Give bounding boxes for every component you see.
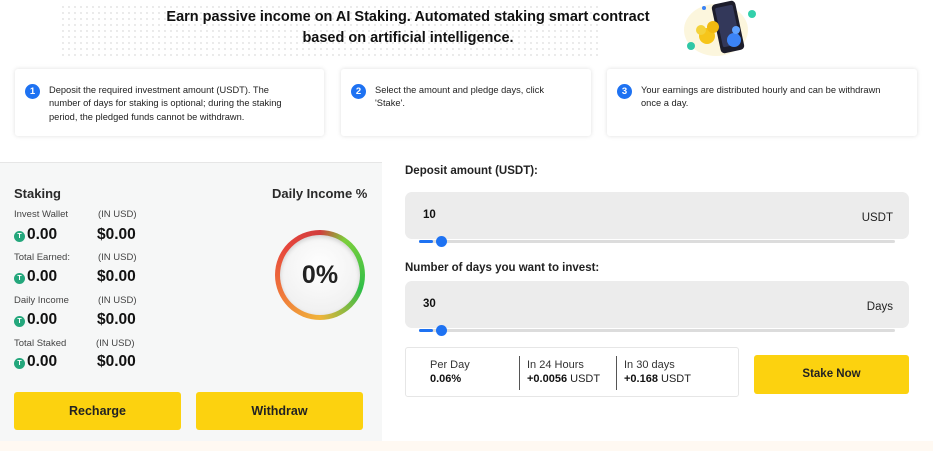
- total-staked-label: Total Staked: [14, 338, 67, 349]
- deposit-slider-fill: [419, 240, 433, 243]
- h24-value-unit: USDT: [570, 373, 601, 385]
- daily-income-unit: (IN USD): [98, 295, 137, 306]
- total-earned-amount-value: 0.00: [27, 268, 58, 285]
- per-day-value: 0.06%: [430, 372, 470, 386]
- daily-income-percent: 0%: [280, 235, 360, 315]
- step-3-line-1: Your earnings are distributed hourly and…: [641, 85, 881, 95]
- d30-label: In 30 days: [624, 359, 675, 371]
- daily-income-usd: $0.00: [97, 311, 136, 328]
- step-number-2: 2: [351, 84, 366, 99]
- step-text-3: Your earnings are distributed hourly and…: [641, 84, 880, 111]
- step-2-line-2: 'Stake'.: [375, 98, 405, 109]
- earnings-summary: Per Day 0.06% In 24 Hours +0.0056 USDT I…: [405, 347, 739, 397]
- step-1-line-3: period, the pledged funds cannot be with…: [49, 111, 245, 122]
- summary-divider: [616, 356, 617, 390]
- daily-income-label: Daily Income: [14, 295, 69, 306]
- step-1-line-2: number of days for staking is optional; …: [49, 98, 282, 109]
- summary-divider: [519, 356, 520, 390]
- deposit-amount-label: Deposit amount (USDT):: [405, 165, 538, 177]
- bottom-strip: [0, 441, 933, 451]
- days-value[interactable]: 30: [423, 298, 436, 310]
- daily-income-title: Daily Income %: [272, 186, 368, 201]
- step-1-line-1: Deposit the required investment amount (…: [49, 85, 269, 95]
- recharge-button[interactable]: Recharge: [14, 392, 181, 430]
- total-earned-usd: $0.00: [97, 268, 136, 285]
- invest-wallet-unit: (IN USD): [98, 209, 137, 220]
- stake-now-button[interactable]: Stake Now: [754, 355, 909, 394]
- step-text-1: Deposit the required investment amount (…: [49, 84, 282, 124]
- per-day-column: Per Day 0.06%: [430, 358, 470, 386]
- invest-wallet-amount: T 0.00: [14, 226, 57, 244]
- daily-income-gauge: 0%: [275, 230, 365, 320]
- step-card-1: 1 Deposit the required investment amount…: [15, 69, 324, 136]
- usdt-token-icon: T: [14, 231, 25, 242]
- step-number-1: 1: [25, 84, 40, 99]
- deposit-slider-handle[interactable]: [436, 236, 447, 247]
- d30-value-number: +0.168: [624, 373, 658, 385]
- invest-wallet-usd: $0.00: [97, 226, 136, 243]
- deposit-amount-value[interactable]: 10: [423, 209, 436, 221]
- daily-income-amount-value: 0.00: [27, 311, 58, 328]
- d30-column: In 30 days +0.168 USDT: [624, 358, 691, 386]
- staking-title: Staking: [14, 186, 61, 201]
- hero-banner: Earn passive income on AI Staking. Autom…: [0, 0, 933, 62]
- usdt-token-icon: T: [14, 358, 25, 369]
- per-day-label: Per Day: [430, 359, 470, 371]
- total-staked-usd: $0.00: [97, 353, 136, 370]
- usdt-token-icon: T: [14, 273, 25, 284]
- d30-value-unit: USDT: [661, 373, 691, 385]
- days-label: Number of days you want to invest:: [405, 262, 600, 274]
- days-unit: Days: [866, 301, 893, 313]
- h24-value-number: +0.0056: [527, 373, 568, 385]
- invest-wallet-label: Invest Wallet: [14, 209, 69, 220]
- total-earned-unit: (IN USD): [98, 252, 137, 263]
- phone-coins-illustration: [684, 0, 756, 56]
- step-card-3: 3 Your earnings are distributed hourly a…: [607, 69, 917, 136]
- h24-value: +0.0056 USDT: [527, 372, 600, 386]
- d30-value: +0.168 USDT: [624, 372, 691, 386]
- total-staked-amount-value: 0.00: [27, 353, 58, 370]
- days-slider-handle[interactable]: [436, 325, 447, 336]
- step-2-line-1: Select the amount and pledge days, click: [375, 85, 544, 95]
- total-earned-amount: T 0.00: [14, 268, 57, 286]
- h24-column: In 24 Hours +0.0056 USDT: [527, 358, 600, 386]
- total-staked-unit: (IN USD): [96, 338, 135, 349]
- deposit-amount-unit: USDT: [861, 212, 893, 224]
- total-earned-label: Total Earned:: [14, 252, 70, 263]
- days-field[interactable]: 30 Days: [405, 281, 909, 328]
- per-day-value-text: 0.06%: [430, 373, 462, 385]
- daily-income-amount: T 0.00: [14, 311, 57, 329]
- deposit-slider[interactable]: [419, 236, 895, 247]
- days-slider[interactable]: [419, 325, 895, 336]
- step-number-3: 3: [617, 84, 632, 99]
- step-3-line-2: once a day.: [641, 98, 689, 109]
- days-slider-fill: [419, 329, 433, 332]
- usdt-token-icon: T: [14, 316, 25, 327]
- h24-label: In 24 Hours: [527, 359, 584, 371]
- step-text-2: Select the amount and pledge days, click…: [375, 84, 544, 111]
- step-card-2: 2 Select the amount and pledge days, cli…: [341, 69, 591, 136]
- invest-wallet-amount-value: 0.00: [27, 226, 58, 243]
- deposit-amount-field[interactable]: 10 USDT: [405, 192, 909, 239]
- total-staked-amount: T 0.00: [14, 353, 57, 371]
- withdraw-button[interactable]: Withdraw: [196, 392, 363, 430]
